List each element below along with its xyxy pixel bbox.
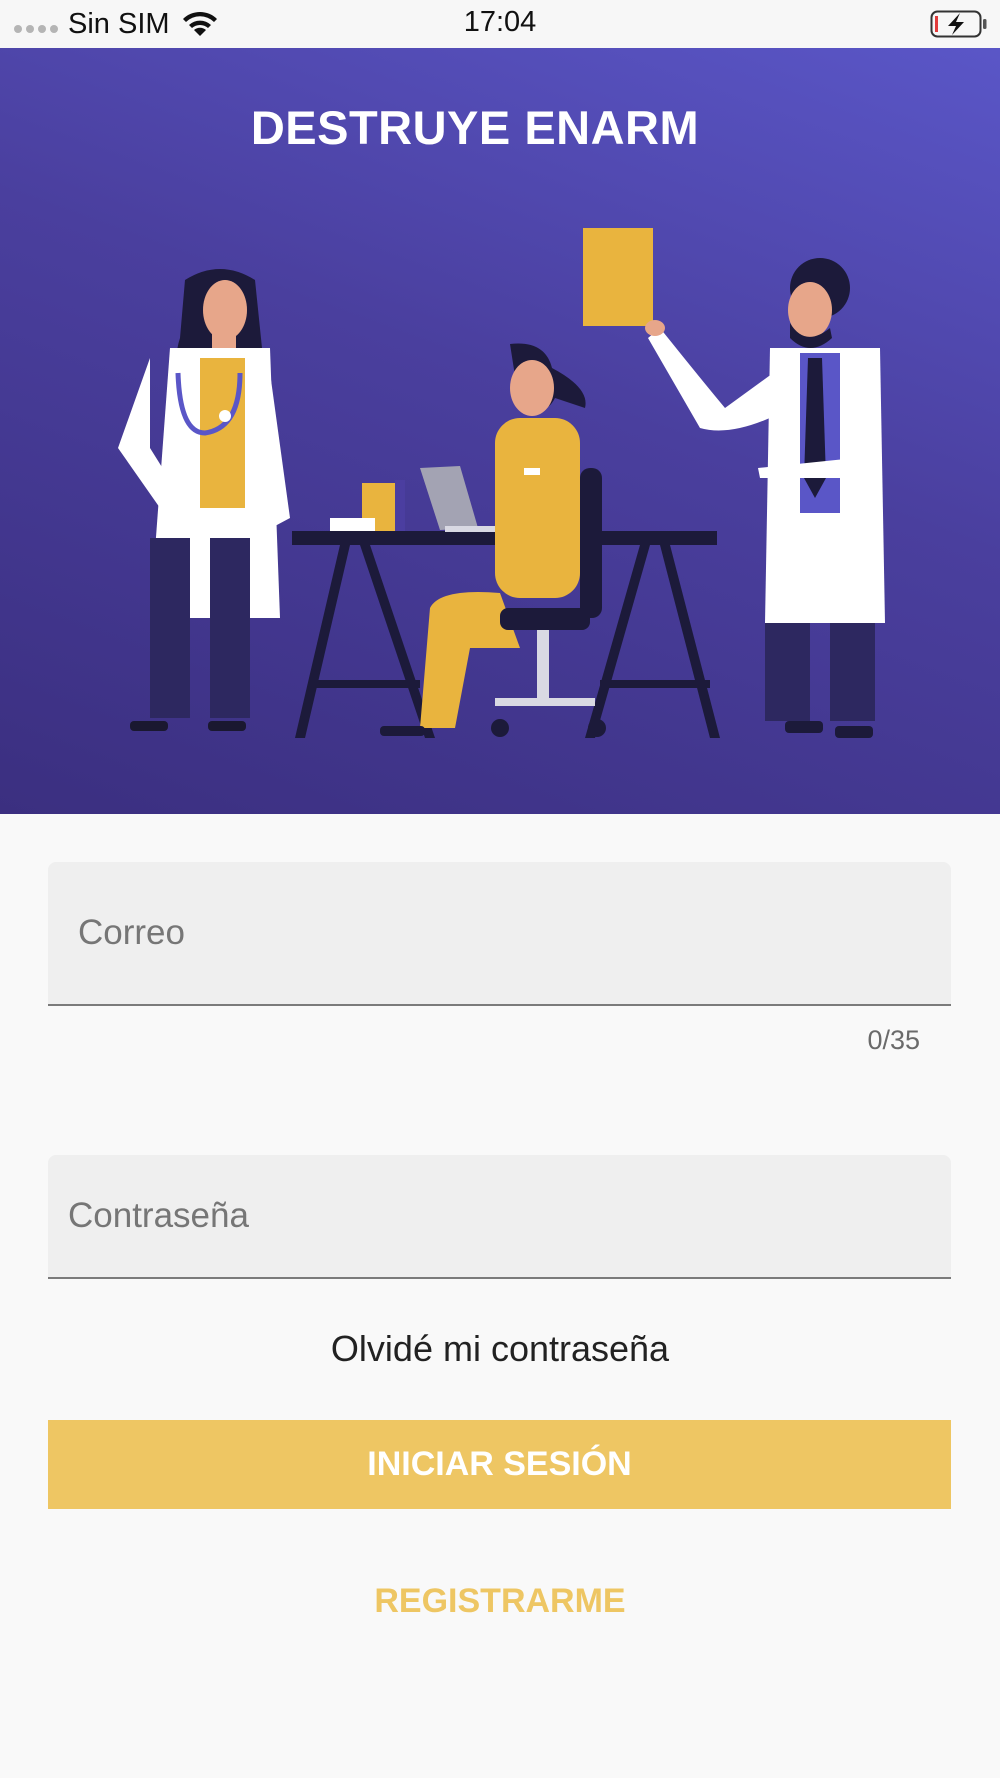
app-title: DESTRUYE ENARM xyxy=(250,101,700,154)
doctors-illustration xyxy=(118,228,885,738)
login-button[interactable]: INICIAR SESIÓN xyxy=(48,1420,951,1509)
status-bar: Sin SIM 17:04 xyxy=(0,0,1000,48)
hero-banner: DESTRUYE ENARM xyxy=(0,48,1000,814)
status-time: 17:04 xyxy=(463,6,537,38)
register-link[interactable]: REGISTRARME xyxy=(0,1582,1000,1621)
email-field[interactable] xyxy=(48,862,951,1006)
female-doctor-figure xyxy=(118,269,290,731)
male-doctor-figure xyxy=(583,228,885,738)
password-field[interactable] xyxy=(48,1155,951,1279)
forgot-password-link[interactable]: Olvidé mi contraseña xyxy=(0,1328,1000,1370)
email-char-counter: 0/35 xyxy=(867,1025,920,1055)
battery-charging-icon xyxy=(930,10,987,38)
email-input[interactable] xyxy=(48,862,951,1004)
password-input[interactable] xyxy=(48,1155,951,1277)
